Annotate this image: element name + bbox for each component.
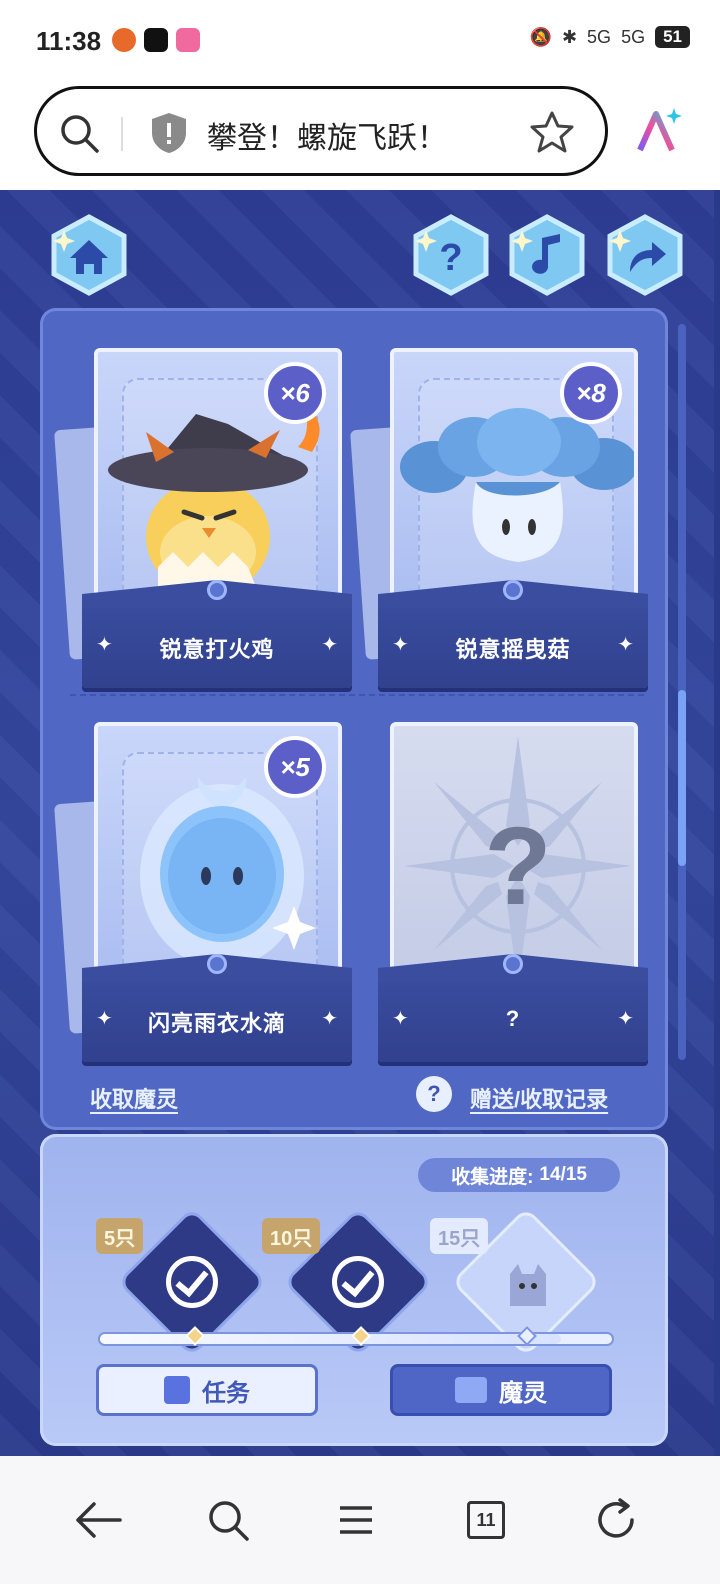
count-badge: ×5: [264, 736, 326, 798]
spirit-button[interactable]: 魔灵: [390, 1364, 612, 1416]
collection-progress-panel: 收集进度: 14/15 5只 10只 15只 任务 魔灵: [40, 1134, 668, 1446]
plate-gem: [503, 954, 523, 974]
bluetooth-icon: ✱: [561, 26, 578, 47]
search-query-text[interactable]: 攀登！螺旋飞跃！: [207, 113, 447, 157]
status-indicators: 🔕 ✱ 5G 5G 51: [530, 26, 690, 48]
search-divider: [121, 117, 123, 151]
spirit-card-sway-mushroom[interactable]: ×8 ✦ 锐意摇曳菇 ✦: [350, 348, 648, 688]
card-nameplate: ✦ 闪亮雨衣水滴 ✦: [82, 954, 352, 1062]
help-circle-icon[interactable]: ?: [416, 1076, 452, 1112]
help-button[interactable]: ?: [410, 214, 492, 296]
status-bar: 11:38 🔕 ✱ 5G 5G 51: [0, 0, 720, 80]
browser-nav-bar: 11: [0, 1456, 720, 1584]
tiktok-app-icon: [144, 28, 168, 52]
share-button[interactable]: [604, 214, 686, 296]
home-button[interactable]: [48, 214, 130, 296]
game-canvas: ? ×6 ✦ 锐意打火鸡 ✦ ×8 ✦ 锐意摇曳菇 ✦ ×5 ✦ 闪亮雨衣水滴 …: [0, 190, 714, 1456]
card-nameplate: ✦ ? ✦: [378, 954, 648, 1062]
sparkle-icon: ✦: [617, 1008, 634, 1030]
folder-icon: [455, 1377, 487, 1403]
signal-5g-icon-2: 5G: [621, 26, 646, 47]
music-button[interactable]: [506, 214, 588, 296]
refresh-icon: [598, 1498, 634, 1538]
card-name: 闪亮雨衣水滴: [147, 1011, 286, 1036]
row-divider: [70, 694, 644, 696]
card-face: ?: [390, 722, 638, 992]
milestone-tag: 5只: [96, 1218, 144, 1254]
spirit-card-fire-chick[interactable]: ×6 ✦ 锐意打火鸡 ✦: [54, 348, 352, 688]
spirit-card-locked[interactable]: ? ✦ ? ✦: [378, 722, 648, 1062]
status-app-icons: [112, 28, 200, 52]
shield-icon[interactable]: [149, 111, 189, 155]
cat-bag-reward-icon: [510, 1264, 546, 1306]
sparkle-icon: ✦: [321, 1008, 338, 1030]
milestone-tag: 10只: [262, 1218, 321, 1254]
milestone-tag: 15只: [430, 1218, 489, 1254]
signal-5g-icon: 5G: [587, 26, 612, 47]
card-face: ×8: [390, 348, 638, 618]
search-icon: [209, 1501, 249, 1541]
progress-pill: 收集进度: 14/15: [418, 1158, 620, 1192]
question-icon: ?: [439, 237, 462, 279]
checkmark-icon: [332, 1256, 384, 1308]
unknown-question-icon: ?: [484, 805, 552, 928]
sparkle-icon: ✦: [321, 634, 338, 656]
progress-value: 14/15: [539, 1164, 587, 1185]
count-badge: ×6: [264, 362, 326, 424]
search-icon[interactable]: [57, 111, 101, 155]
count-badge: ×8: [560, 362, 622, 424]
sparkle-icon: ✦: [617, 634, 634, 656]
card-name: 锐意摇曳菇: [455, 637, 571, 662]
card-nameplate: ✦ 锐意打火鸡 ✦: [82, 580, 352, 688]
card-face: ×6: [94, 348, 342, 618]
task-button-label: 任务: [202, 1379, 250, 1407]
pumpkin-app-icon: [112, 28, 136, 52]
scrollbar-thumb[interactable]: [678, 690, 686, 866]
checkmark-icon: [166, 1256, 218, 1308]
progress-label: 收集进度:: [451, 1166, 534, 1188]
card-name: ?: [505, 1006, 521, 1031]
menu-icon: [340, 1506, 372, 1534]
address-bar[interactable]: 攀登！螺旋飞跃！: [34, 86, 608, 176]
refresh-button[interactable]: [586, 1490, 646, 1550]
tabs-button[interactable]: 11: [456, 1490, 516, 1550]
back-arrow-icon: [76, 1502, 122, 1538]
plate-gem: [503, 580, 523, 600]
progress-bar-fill: [100, 1334, 561, 1344]
menu-button[interactable]: [326, 1490, 386, 1550]
mute-icon: 🔕: [529, 26, 552, 47]
spirit-card-raincoat-droplet[interactable]: ×5 ✦ 闪亮雨衣水滴 ✦: [54, 722, 352, 1062]
task-doc-icon: [164, 1376, 190, 1404]
gift-record-link[interactable]: 赠送/收取记录: [470, 1082, 608, 1114]
task-button[interactable]: 任务: [96, 1364, 318, 1416]
spirit-button-label: 魔灵: [499, 1379, 547, 1407]
plate-gem: [207, 954, 227, 974]
bilibili-app-icon: [176, 28, 200, 52]
search-nav-button[interactable]: [198, 1490, 258, 1550]
card-nameplate: ✦ 锐意摇曳菇 ✦: [378, 580, 648, 688]
progress-bar: [100, 1326, 612, 1346]
ai-assistant-icon[interactable]: [634, 106, 684, 156]
milestone-10[interactable]: 10只: [262, 1211, 429, 1353]
tabs-count-icon: 11: [467, 1501, 505, 1539]
battery-icon: 51: [655, 26, 690, 48]
browser-toolbar: 攀登！螺旋飞跃！: [0, 80, 720, 190]
card-name: 锐意打火鸡: [159, 637, 275, 662]
milestone-5[interactable]: 5只: [96, 1211, 263, 1353]
bookmark-star-icon[interactable]: [529, 109, 575, 155]
collect-spirit-link[interactable]: 收取魔灵: [90, 1082, 178, 1114]
back-button[interactable]: [68, 1490, 128, 1550]
milestone-15[interactable]: 15只: [430, 1211, 597, 1353]
status-time: 11:38: [36, 26, 102, 56]
plate-gem: [207, 580, 227, 600]
card-face: ×5: [94, 722, 342, 992]
